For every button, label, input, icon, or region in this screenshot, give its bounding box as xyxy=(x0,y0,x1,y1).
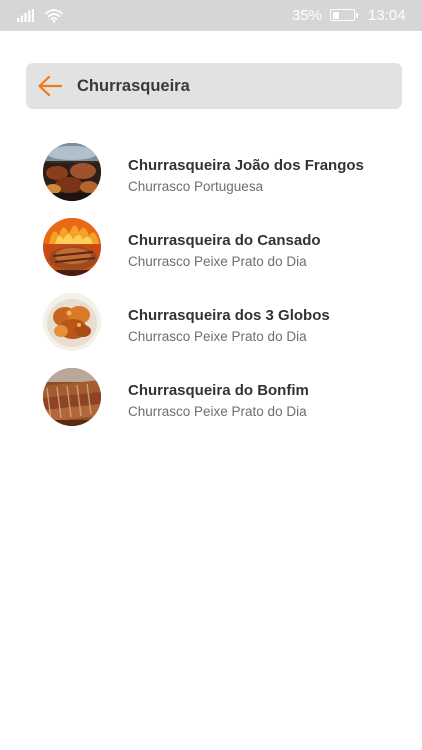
grilled-meat-photo xyxy=(43,143,101,201)
list-item[interactable]: Churrasqueira do Cansado Churrasco Peixe… xyxy=(0,215,422,290)
restaurant-categories: Churrasco Peixe Prato do Dia xyxy=(128,329,307,344)
search-query[interactable]: Churrasqueira xyxy=(77,77,190,96)
restaurant-name: Churrasqueira dos 3 Globos xyxy=(128,307,330,324)
status-bar: 35% 13:04 xyxy=(0,0,422,31)
roast-chicken-photo xyxy=(43,293,101,351)
restaurant-name: Churrasqueira João dos Frangos xyxy=(128,157,364,174)
arrow-left-icon[interactable] xyxy=(36,74,64,98)
battery-level-fill xyxy=(332,11,340,19)
list-item[interactable]: Churrasqueira João dos Frangos Churrasco… xyxy=(0,140,422,215)
list-item[interactable]: Churrasqueira dos 3 Globos Churrasco Pei… xyxy=(0,290,422,365)
wifi-icon xyxy=(45,9,63,23)
battery-percent: 35% xyxy=(292,7,323,24)
restaurant-categories: Churrasco Peixe Prato do Dia xyxy=(128,404,307,419)
grilled-ribs-photo xyxy=(43,368,101,426)
battery-icon xyxy=(330,9,355,21)
battery-cap xyxy=(356,13,358,18)
restaurant-categories: Churrasco Peixe Prato do Dia xyxy=(128,254,307,269)
restaurant-categories: Churrasco Portuguesa xyxy=(128,179,264,194)
restaurant-name: Churrasqueira do Cansado xyxy=(128,232,321,249)
signal-bars-icon xyxy=(17,9,34,22)
search-bar[interactable]: Churrasqueira xyxy=(26,63,402,109)
clock: 13:04 xyxy=(368,7,406,24)
list-item[interactable]: Churrasqueira do Bonfim Churrasco Peixe … xyxy=(0,365,422,440)
grilled-chicken-fire-photo xyxy=(43,218,101,276)
restaurant-name: Churrasqueira do Bonfim xyxy=(128,382,309,399)
results-list: Churrasqueira João dos Frangos Churrasco… xyxy=(0,140,422,440)
